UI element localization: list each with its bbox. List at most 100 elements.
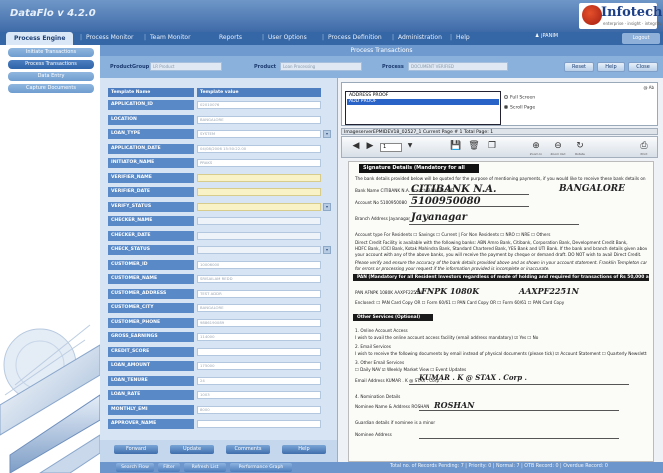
template-value-header: Template value: [197, 88, 321, 97]
field-label: CREDIT_SCORE: [108, 346, 194, 357]
menu-administration[interactable]: Administration: [398, 34, 442, 41]
form-row-checker-date: CHECKER_DATE: [108, 230, 333, 241]
save-icon[interactable]: 💾: [450, 141, 462, 151]
print-icon[interactable]: ⎙: [638, 141, 650, 151]
dropdown-icon[interactable]: ▾: [323, 130, 331, 138]
sidebar-item-data-entry[interactable]: Data Entry: [8, 72, 94, 81]
radio-selected-icon: [504, 105, 508, 109]
menu-user-options[interactable]: User Options: [268, 34, 307, 41]
handwritten-entry: 5100950080: [411, 196, 481, 207]
form-help-button[interactable]: Help: [282, 445, 326, 454]
field-input[interactable]: 24: [197, 376, 321, 385]
page-dropdown-icon[interactable]: ▼: [404, 141, 416, 151]
doc-option-add-proof[interactable]: ADD PROOF: [347, 99, 499, 105]
doc-text-line: your account with any of the above banks…: [355, 252, 642, 257]
filter-bar: ProductGroup LR Product Product Loan Pro…: [100, 56, 663, 78]
field-input[interactable]: [197, 202, 321, 211]
help-button[interactable]: Help: [597, 62, 625, 72]
search-flow-button[interactable]: Search Flow: [116, 463, 154, 472]
menu-reports[interactable]: Reports: [219, 34, 242, 41]
field-input[interactable]: BANGALORE: [197, 115, 321, 124]
field-input[interactable]: 8000: [197, 405, 321, 414]
scroll-page-radio[interactable]: Scroll Page: [504, 105, 535, 111]
doc-service-line: 3. Other Email Services: [355, 360, 405, 365]
field-input[interactable]: [197, 246, 321, 254]
field-input[interactable]: SYSTEM: [197, 130, 321, 138]
field-input[interactable]: [197, 188, 321, 196]
infotech-logo: Infotech enterprise · insight · integrit…: [579, 3, 662, 29]
user-icon: ♟: [535, 33, 540, 39]
form-row-customer-name: CUSTOMER_NAME SRISAILAM REDD: [108, 274, 333, 284]
field-label: VERIFIER_NAME: [108, 172, 194, 183]
form-row-gross-earnings: GROSS_EARNINGS 114000: [108, 332, 333, 342]
handwritten-entry: ROSHAN: [434, 400, 475, 410]
performance-graph-button[interactable]: Performance Graph: [230, 463, 292, 472]
close-button[interactable]: Close: [628, 62, 658, 72]
doc-section-title: Signature Details (Mandatory for all app…: [359, 164, 479, 180]
field-label: CHECK_STATUS: [108, 245, 194, 255]
decorative-pipes-illustration: [0, 285, 100, 473]
field-input[interactable]: [197, 347, 321, 356]
document-list[interactable]: ADDRESS PROOF ADD PROOF: [345, 91, 501, 125]
dropdown-icon[interactable]: ▾: [323, 246, 331, 254]
sidebar-item-process-transactions[interactable]: Process Transactions: [8, 60, 94, 69]
underline: [409, 224, 579, 225]
reset-button[interactable]: Reset: [564, 62, 594, 72]
doc-service-line: 1. Online Account Access: [355, 328, 408, 333]
sidebar-item-capture-documents[interactable]: Capture Documents: [8, 84, 94, 93]
forward-button[interactable]: Forward: [114, 445, 158, 454]
zoom-in-icon[interactable]: ⊕: [530, 141, 542, 151]
handwritten-entry: KUMAR . K @ STAX . Corp .: [419, 373, 527, 382]
rotate-icon[interactable]: ↻: [574, 141, 586, 151]
comments-button[interactable]: Comments: [226, 445, 270, 454]
field-input[interactable]: 9886190089: [197, 318, 321, 327]
field-input[interactable]: [197, 231, 321, 240]
next-page-icon[interactable]: ▶: [364, 141, 376, 151]
field-input[interactable]: SRISAILAM REDD: [197, 275, 321, 283]
logout-button[interactable]: Logout: [622, 33, 660, 44]
filter-button[interactable]: Filter: [158, 463, 180, 472]
menu-process-monitor[interactable]: Process Monitor: [86, 34, 133, 41]
menu-process-engine[interactable]: Process Engine: [6, 32, 74, 45]
field-input[interactable]: 10006000: [197, 260, 321, 269]
menu-team-monitor[interactable]: Team Monitor: [150, 34, 191, 41]
menu-process-definition[interactable]: Process Definition: [328, 34, 382, 41]
field-input[interactable]: [197, 173, 321, 182]
dropdown-icon[interactable]: ▾: [323, 202, 331, 211]
product-select[interactable]: Loan Processing: [280, 62, 362, 71]
delete-icon[interactable]: 🗑: [468, 141, 480, 151]
field-input[interactable]: 175000: [197, 362, 321, 370]
template-name-header: Template Name: [108, 88, 194, 97]
print-label: Print: [640, 152, 648, 156]
field-label: CUSTOMER_ADDRESS: [108, 288, 194, 299]
page-number-input[interactable]: 1: [380, 143, 402, 152]
update-button[interactable]: Update: [170, 445, 214, 454]
form-row-application-date: APPLICATION_DATE 04/08/2006 15:50:22.00: [108, 143, 333, 154]
refresh-list-button[interactable]: Refresh List: [184, 463, 226, 472]
field-input[interactable]: 1003: [197, 391, 321, 399]
doc-text-line: Account type For Residents ☐ Savings ☐ C…: [355, 232, 551, 237]
field-input[interactable]: 04/08/2006 15:50:22.00: [197, 144, 321, 153]
field-input[interactable]: TEST ADDR: [197, 289, 321, 298]
zoom-in-label: Zoom In: [529, 152, 543, 156]
field-input[interactable]: PRAKS: [197, 159, 321, 167]
sidebar-item-initiate-transactions[interactable]: Initiate Transactions: [8, 48, 94, 57]
doc-service-line: 2. Email Services: [355, 344, 391, 349]
copy-icon[interactable]: ❐: [486, 141, 498, 151]
process-select[interactable]: DOCUMENT VERIFIED: [408, 62, 508, 71]
field-input[interactable]: 114000: [197, 333, 321, 341]
doc-text-line: Direct Credit Facility is available with…: [355, 240, 628, 245]
zoom-out-icon[interactable]: ⊖: [552, 141, 564, 151]
full-screen-radio[interactable]: Full Screen: [504, 95, 535, 101]
handwritten-entry: BANGALORE: [559, 184, 625, 194]
rotate-label: Rotate: [575, 152, 585, 156]
menu-help[interactable]: Help: [456, 34, 470, 41]
field-input[interactable]: [197, 217, 321, 225]
previous-page-icon[interactable]: ◀: [350, 141, 362, 151]
product-group-select[interactable]: LR Product: [150, 62, 222, 71]
field-input[interactable]: [197, 420, 321, 428]
form-row-monthly-emi: MONTHLY_EMI 8000: [108, 404, 333, 415]
field-input[interactable]: BANGALORE: [197, 304, 321, 312]
field-input[interactable]: 02010076: [197, 101, 321, 109]
field-label: LOAN_RATE: [108, 390, 194, 400]
